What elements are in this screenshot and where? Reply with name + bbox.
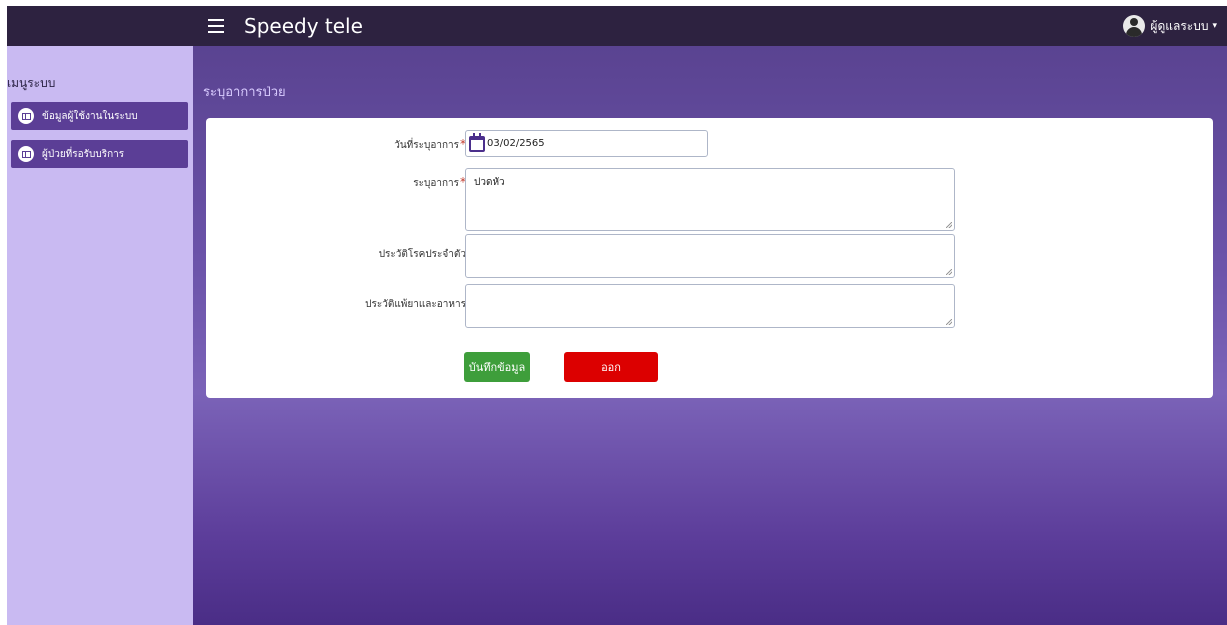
symptom-label: ระบุอาการ* — [413, 175, 466, 189]
sidebar: เมนูระบบ ข้อมูลผู้ใช้งานในระบบ ผู้ป่วยที… — [7, 46, 193, 625]
disease-history-textarea[interactable] — [465, 234, 955, 278]
sidebar-item-label: ข้อมูลผู้ใช้งานในระบบ — [42, 110, 138, 122]
app-frame: Speedy tele ผู้ดูแลระบบ ▾ เมนูระบบ ข้อมู… — [7, 6, 1227, 625]
disease-history-label: ประวัติโรคประจำตัว — [378, 249, 466, 260]
user-menu[interactable]: ผู้ดูแลระบบ ▾ — [1123, 13, 1217, 39]
allergy-history-label: ประวัติแพ้ยาและอาหาร — [365, 299, 466, 310]
user-menu-label: ผู้ดูแลระบบ — [1150, 18, 1209, 33]
symptom-form-card: วันที่ระบุอาการ* 03/02/2565 ระบุอาการ* ป… — [206, 118, 1213, 398]
date-value: 03/02/2565 — [487, 138, 545, 149]
hamburger-menu-icon[interactable] — [208, 19, 224, 33]
avatar-icon — [1123, 15, 1146, 37]
sidebar-item-users[interactable]: ข้อมูลผู้ใช้งานในระบบ — [11, 102, 188, 130]
book-icon — [18, 146, 34, 162]
sidebar-title: เมนูระบบ — [7, 76, 56, 90]
book-icon — [18, 108, 34, 124]
symptom-textarea[interactable]: ปวดหัว — [465, 168, 955, 231]
top-navbar: Speedy tele ผู้ดูแลระบบ ▾ — [7, 6, 1227, 46]
page-title: ระบุอาการป่วย — [203, 85, 286, 100]
calendar-icon[interactable] — [469, 132, 485, 152]
date-label: วันที่ระบุอาการ* — [394, 137, 466, 151]
sidebar-item-waiting-patients[interactable]: ผู้ป่วยที่รอรับบริการ — [11, 140, 188, 168]
allergy-history-textarea[interactable] — [465, 284, 955, 328]
exit-button[interactable]: ออก — [564, 352, 658, 382]
sidebar-item-label: ผู้ป่วยที่รอรับบริการ — [42, 148, 125, 160]
navbar-left-block — [7, 6, 193, 46]
main-content: ระบุอาการป่วย วันที่ระบุอาการ* 03/02/256… — [193, 46, 1227, 625]
caret-down-icon: ▾ — [1212, 21, 1217, 31]
save-button[interactable]: บันทึกข้อมูล — [464, 352, 530, 382]
brand-title[interactable]: Speedy tele — [244, 12, 363, 40]
date-input[interactable]: 03/02/2565 — [465, 130, 708, 157]
